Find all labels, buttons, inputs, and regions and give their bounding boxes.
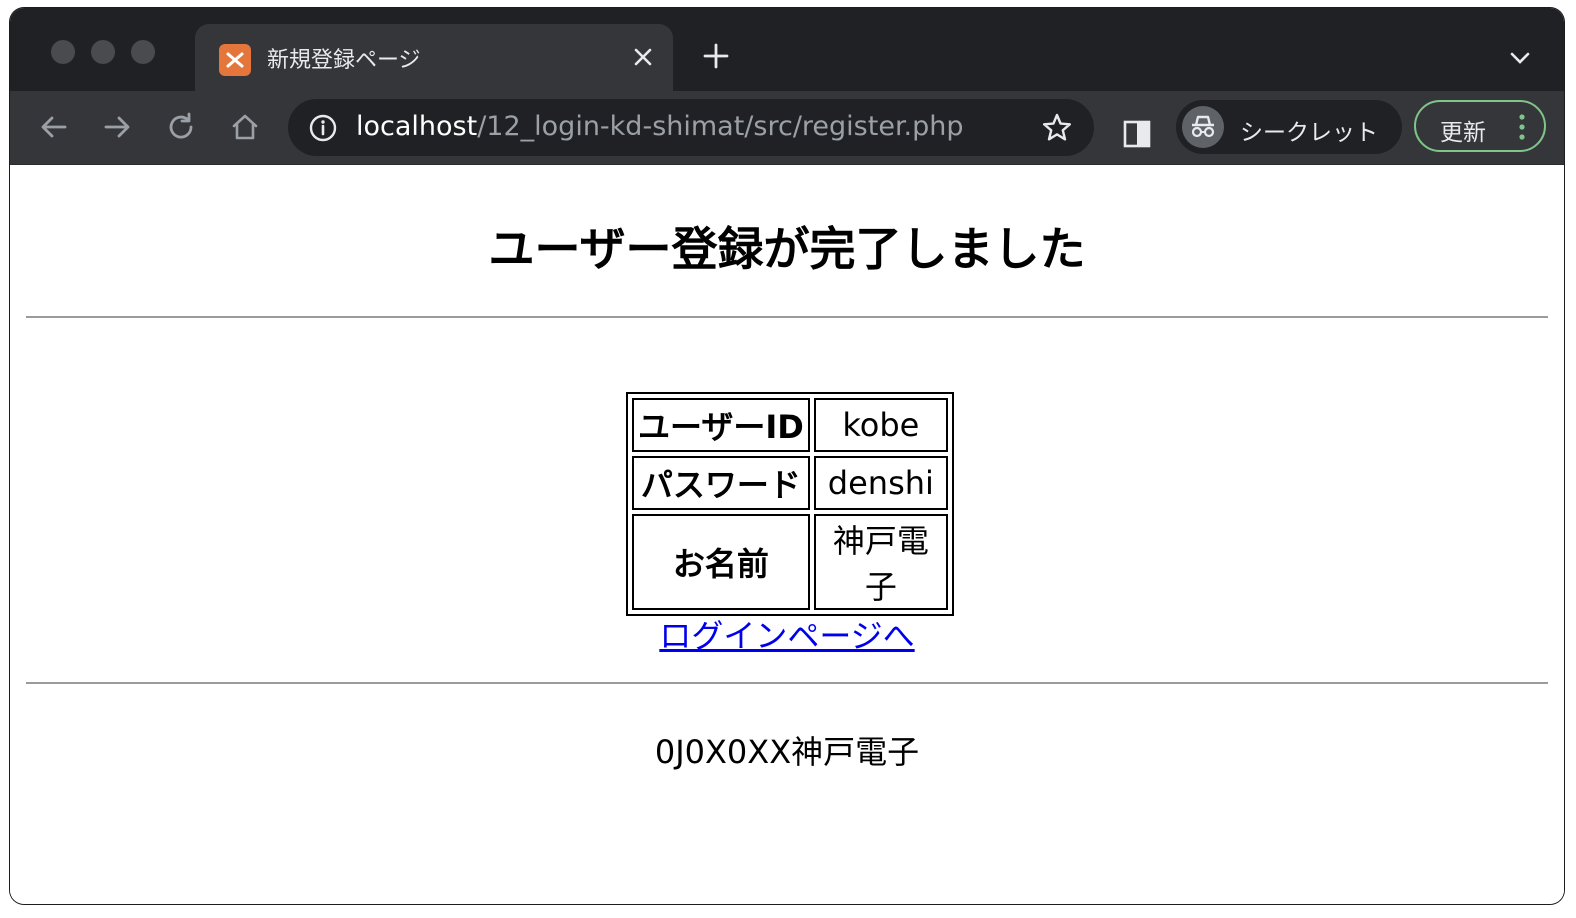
user-id-label: ユーザーID <box>632 398 810 452</box>
user-id-value: kobe <box>813 398 948 452</box>
close-icon[interactable] <box>629 43 657 71</box>
home-icon[interactable] <box>227 109 263 145</box>
address-bar[interactable]: localhost/12_login-kd-shimat/src/registe… <box>288 99 1094 156</box>
page-content: ユーザー登録が完了しました ユーザーID kobe パスワード denshi お… <box>10 165 1564 904</box>
url-path: /12_login-kd-shimat/src/register.php <box>477 111 964 142</box>
update-label: 更新 <box>1440 120 1486 146</box>
new-tab-plus-icon[interactable] <box>700 40 732 72</box>
info-icon[interactable] <box>308 113 338 143</box>
password-label: パスワード <box>632 456 810 510</box>
footer-text: 0J0X0XX神戸電子 <box>654 733 920 771</box>
url-host: localhost <box>356 111 478 142</box>
star-icon[interactable] <box>1040 111 1074 145</box>
minimize-window-button[interactable] <box>91 40 115 64</box>
back-arrow-icon[interactable] <box>36 109 72 145</box>
xampp-icon <box>219 44 251 76</box>
table-row: お名前 神戸電子 <box>632 514 948 610</box>
tab-register[interactable]: 新規登録ページ <box>195 24 673 91</box>
update-button[interactable]: 更新 <box>1414 100 1546 152</box>
page-title: ユーザー登録が完了しました <box>488 222 1086 276</box>
browser-window: 新規登録ページ localhost/12_login-kd-shimat/src… <box>10 8 1564 904</box>
table-row: ユーザーID kobe <box>632 398 948 452</box>
table-row: パスワード denshi <box>632 456 948 510</box>
close-window-button[interactable] <box>51 40 75 64</box>
divider <box>26 316 1548 318</box>
name-value: 神戸電子 <box>813 514 948 610</box>
reload-icon[interactable] <box>163 109 199 145</box>
registration-table: ユーザーID kobe パスワード denshi お名前 神戸電子 <box>626 392 954 616</box>
side-panel-icon[interactable] <box>1122 119 1152 149</box>
incognito-label: シークレット <box>1240 120 1378 146</box>
login-page-link[interactable]: ログインページへ <box>659 617 914 655</box>
login-link-container: ログインページへ <box>10 611 1564 657</box>
password-value: denshi <box>813 456 948 510</box>
incognito-indicator[interactable]: シークレット <box>1176 100 1402 154</box>
incognito-icon <box>1182 106 1224 148</box>
more-vert-icon[interactable] <box>1516 112 1528 142</box>
tab-title: 新規登録ページ <box>267 48 421 73</box>
name-label: お名前 <box>632 514 810 610</box>
zoom-window-button[interactable] <box>131 40 155 64</box>
divider <box>26 682 1548 684</box>
toolbar: localhost/12_login-kd-shimat/src/registe… <box>10 91 1564 165</box>
chevron-down-icon[interactable] <box>1506 46 1534 70</box>
url-text: localhost/12_login-kd-shimat/src/registe… <box>356 111 964 142</box>
tab-strip: 新規登録ページ <box>10 8 1564 91</box>
forward-arrow-icon[interactable] <box>99 109 135 145</box>
